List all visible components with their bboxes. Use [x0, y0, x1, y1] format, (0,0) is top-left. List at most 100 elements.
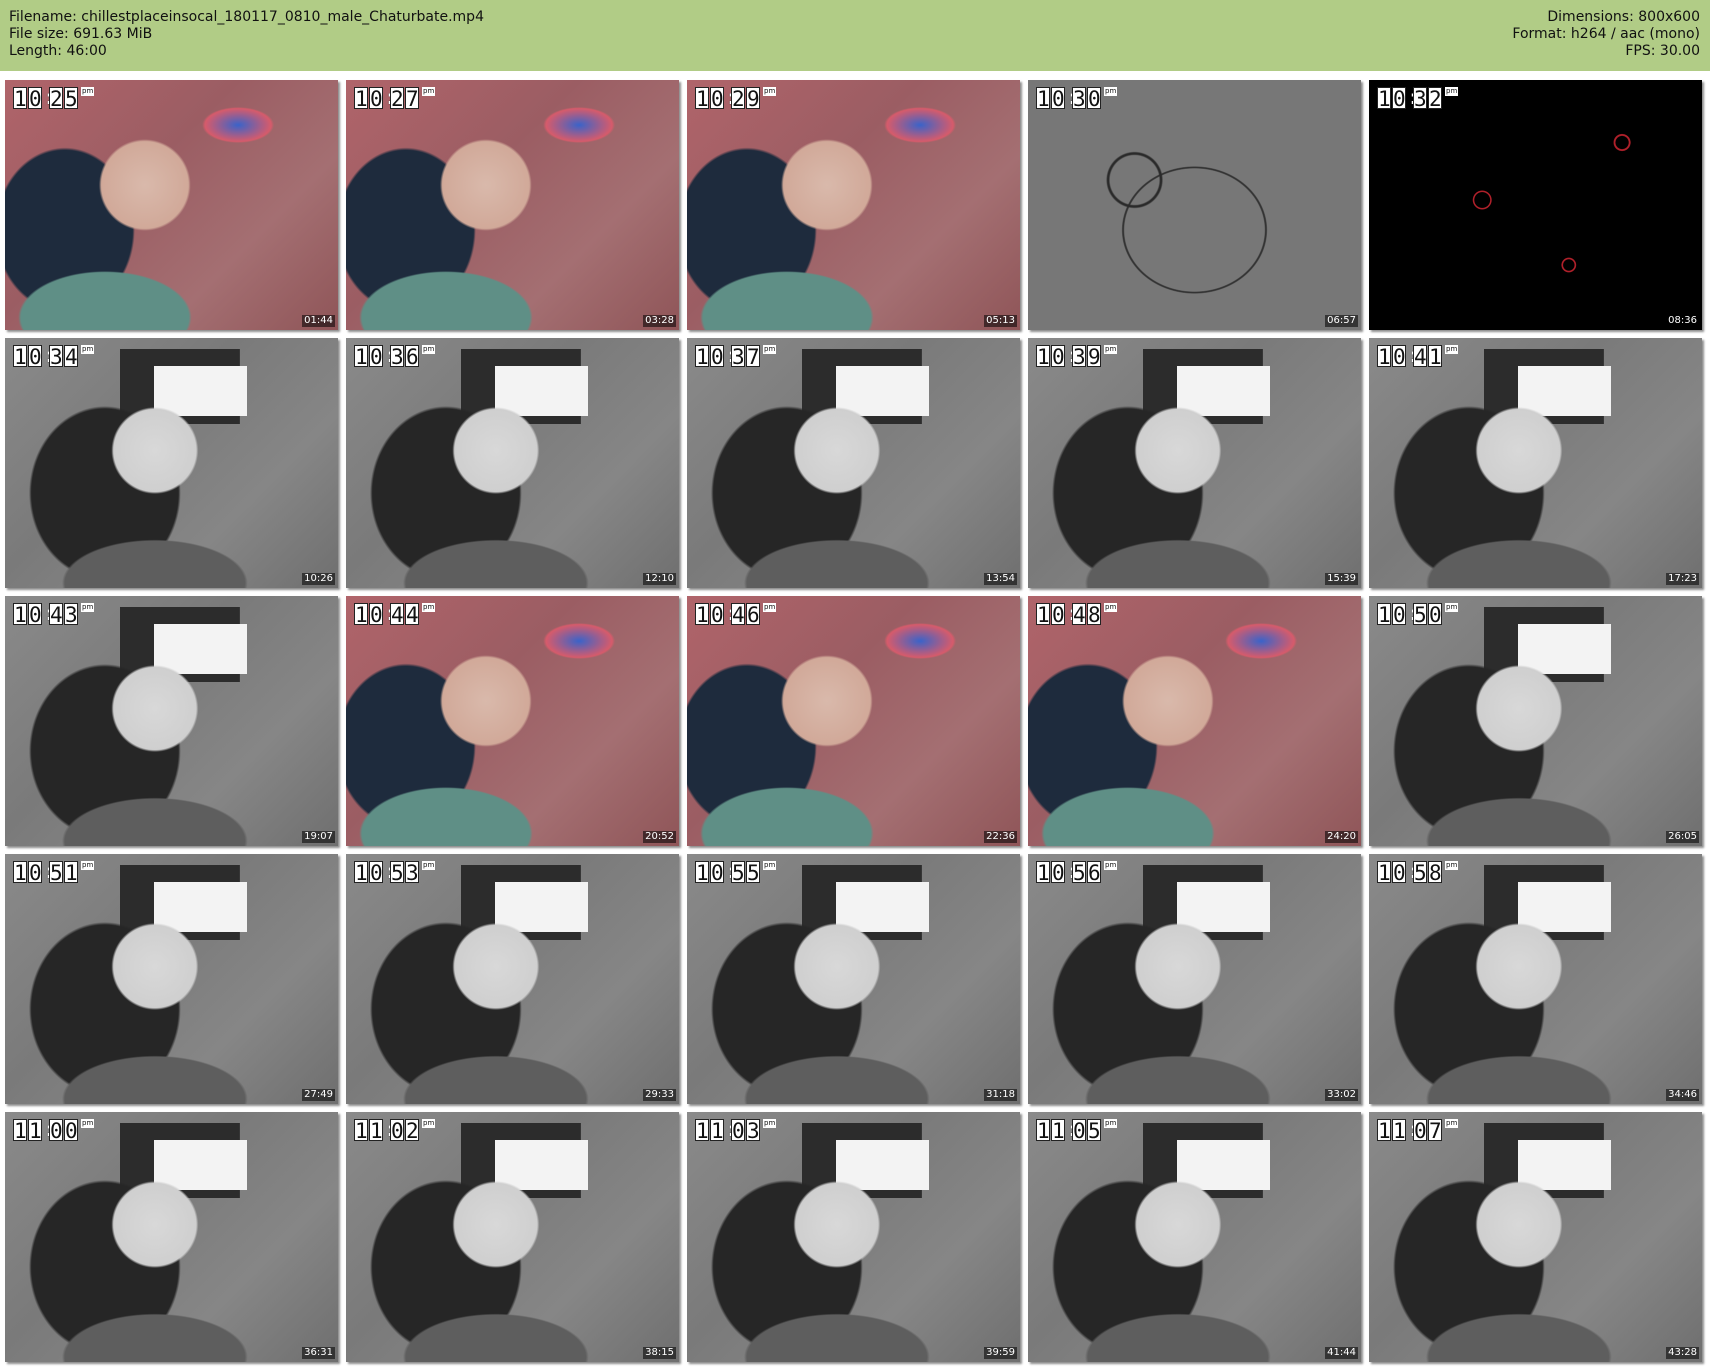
thumbnail-timestamp: 41:44	[1325, 1347, 1358, 1359]
overlay-clock: 10:41pm	[1377, 345, 1459, 369]
video-thumbnail[interactable]: 10:51pm 27:49	[5, 854, 338, 1104]
clock-pm-label: pm	[763, 603, 777, 612]
video-thumbnail[interactable]: 11:02pm 38:15	[346, 1112, 679, 1362]
video-thumbnail[interactable]: 10:32pm 08:36	[1369, 80, 1702, 330]
clock-digit: 1	[1036, 603, 1050, 627]
clock-digit: 1	[1036, 861, 1050, 885]
clock-pm-label: pm	[422, 87, 436, 96]
overlay-clock: 11:00pm	[13, 1119, 95, 1143]
clock-digit: 2	[405, 1119, 419, 1143]
clock-digit: 1	[710, 1119, 724, 1143]
overlay-clock: 10:51pm	[13, 861, 95, 885]
clock-pm-label: pm	[1445, 87, 1459, 96]
clock-pm-label: pm	[1104, 87, 1118, 96]
clock-pm-label: pm	[1104, 861, 1118, 870]
clock-digit: 0	[710, 603, 724, 627]
video-thumbnail[interactable]: 11:05pm 41:44	[1028, 1112, 1361, 1362]
clock-pm-label: pm	[1104, 345, 1118, 354]
clock-digit: 0	[1072, 1119, 1086, 1143]
clock-digit: 8	[1428, 861, 1442, 885]
clock-digit: 3	[405, 861, 419, 885]
dimensions-text: Dimensions: 800x600	[1547, 9, 1700, 25]
video-thumbnail[interactable]: 10:39pm 15:39	[1028, 338, 1361, 588]
overlay-clock: 11:02pm	[354, 1119, 436, 1143]
video-thumbnail[interactable]: 10:44pm 20:52	[346, 596, 679, 846]
clock-digit: 1	[1051, 1119, 1065, 1143]
video-thumbnail[interactable]: 10:43pm 19:07	[5, 596, 338, 846]
video-thumbnail[interactable]: 10:58pm 34:46	[1369, 854, 1702, 1104]
clock-digit: 1	[13, 345, 27, 369]
video-thumbnail[interactable]: 10:48pm 24:20	[1028, 596, 1361, 846]
clock-digit: 1	[1377, 861, 1391, 885]
clock-pm-label: pm	[81, 1119, 95, 1128]
clock-digit: 6	[746, 603, 760, 627]
clock-digit: 0	[1051, 603, 1065, 627]
clock-digit: 5	[1087, 1119, 1101, 1143]
video-thumbnail[interactable]: 10:37pm 13:54	[687, 338, 1020, 588]
clock-digit: 0	[28, 87, 42, 111]
clock-digit: 6	[405, 345, 419, 369]
clock-digit: 0	[1392, 603, 1406, 627]
video-thumbnail[interactable]: 11:00pm 36:31	[5, 1112, 338, 1362]
video-thumbnail[interactable]: 10:36pm 12:10	[346, 338, 679, 588]
overlay-clock: 10:55pm	[695, 861, 777, 885]
clock-digit: 6	[1087, 861, 1101, 885]
thumbnail-timestamp: 31:18	[984, 1089, 1017, 1101]
clock-digit: 4	[731, 603, 745, 627]
clock-digit: 0	[369, 87, 383, 111]
video-thumbnail[interactable]: 10:53pm 29:33	[346, 854, 679, 1104]
thumbnail-timestamp: 20:52	[643, 831, 676, 843]
clock-digit: 0	[369, 345, 383, 369]
clock-pm-label: pm	[422, 1119, 436, 1128]
clock-digit: 1	[1377, 603, 1391, 627]
clock-digit: 5	[64, 87, 78, 111]
overlay-clock: 11:05pm	[1036, 1119, 1118, 1143]
thumbnail-timestamp: 24:20	[1325, 831, 1358, 843]
overlay-clock: 10:39pm	[1036, 345, 1118, 369]
thumbnail-timestamp: 12:10	[643, 573, 676, 585]
clock-pm-label: pm	[422, 861, 436, 870]
thumbnail-timestamp: 22:36	[984, 831, 1017, 843]
video-thumbnail[interactable]: 10:27pm 03:28	[346, 80, 679, 330]
clock-digit: 5	[1413, 603, 1427, 627]
clock-digit: 0	[369, 603, 383, 627]
clock-digit: 1	[1392, 1119, 1406, 1143]
overlay-clock: 10:25pm	[13, 87, 95, 111]
video-thumbnail[interactable]: 10:25pm 01:44	[5, 80, 338, 330]
clock-digit: 1	[354, 603, 368, 627]
thumbnail-timestamp: 43:28	[1666, 1347, 1699, 1359]
clock-digit: 1	[28, 1119, 42, 1143]
clock-digit: 1	[1036, 1119, 1050, 1143]
video-thumbnail[interactable]: 11:07pm 43:28	[1369, 1112, 1702, 1362]
clock-digit: 3	[49, 345, 63, 369]
clock-digit: 3	[64, 603, 78, 627]
clock-digit: 1	[695, 345, 709, 369]
clock-digit: 0	[28, 861, 42, 885]
clock-pm-label: pm	[1445, 345, 1459, 354]
clock-digit: 4	[405, 603, 419, 627]
clock-digit: 1	[695, 87, 709, 111]
clock-digit: 2	[731, 87, 745, 111]
video-thumbnail[interactable]: 10:46pm 22:36	[687, 596, 1020, 846]
thumbnail-timestamp: 15:39	[1325, 573, 1358, 585]
video-thumbnail[interactable]: 10:34pm 10:26	[5, 338, 338, 588]
video-thumbnail[interactable]: 10:56pm 33:02	[1028, 854, 1361, 1104]
clock-digit: 1	[354, 1119, 368, 1143]
clock-digit: 3	[1413, 87, 1427, 111]
clock-digit: 0	[731, 1119, 745, 1143]
video-thumbnail[interactable]: 10:50pm 26:05	[1369, 596, 1702, 846]
clock-digit: 0	[390, 1119, 404, 1143]
video-thumbnail[interactable]: 11:03pm 39:59	[687, 1112, 1020, 1362]
length-text: Length: 46:00	[9, 43, 107, 59]
clock-digit: 0	[1392, 345, 1406, 369]
video-thumbnail[interactable]: 10:30pm 06:57	[1028, 80, 1361, 330]
clock-digit: 0	[28, 345, 42, 369]
video-thumbnail[interactable]: 10:41pm 17:23	[1369, 338, 1702, 588]
thumbnail-timestamp: 26:05	[1666, 831, 1699, 843]
clock-digit: 0	[1428, 603, 1442, 627]
thumbnail-timestamp: 33:02	[1325, 1089, 1358, 1101]
overlay-clock: 10:37pm	[695, 345, 777, 369]
thumbnail-timestamp: 13:54	[984, 573, 1017, 585]
video-thumbnail[interactable]: 10:55pm 31:18	[687, 854, 1020, 1104]
video-thumbnail[interactable]: 10:29pm 05:13	[687, 80, 1020, 330]
